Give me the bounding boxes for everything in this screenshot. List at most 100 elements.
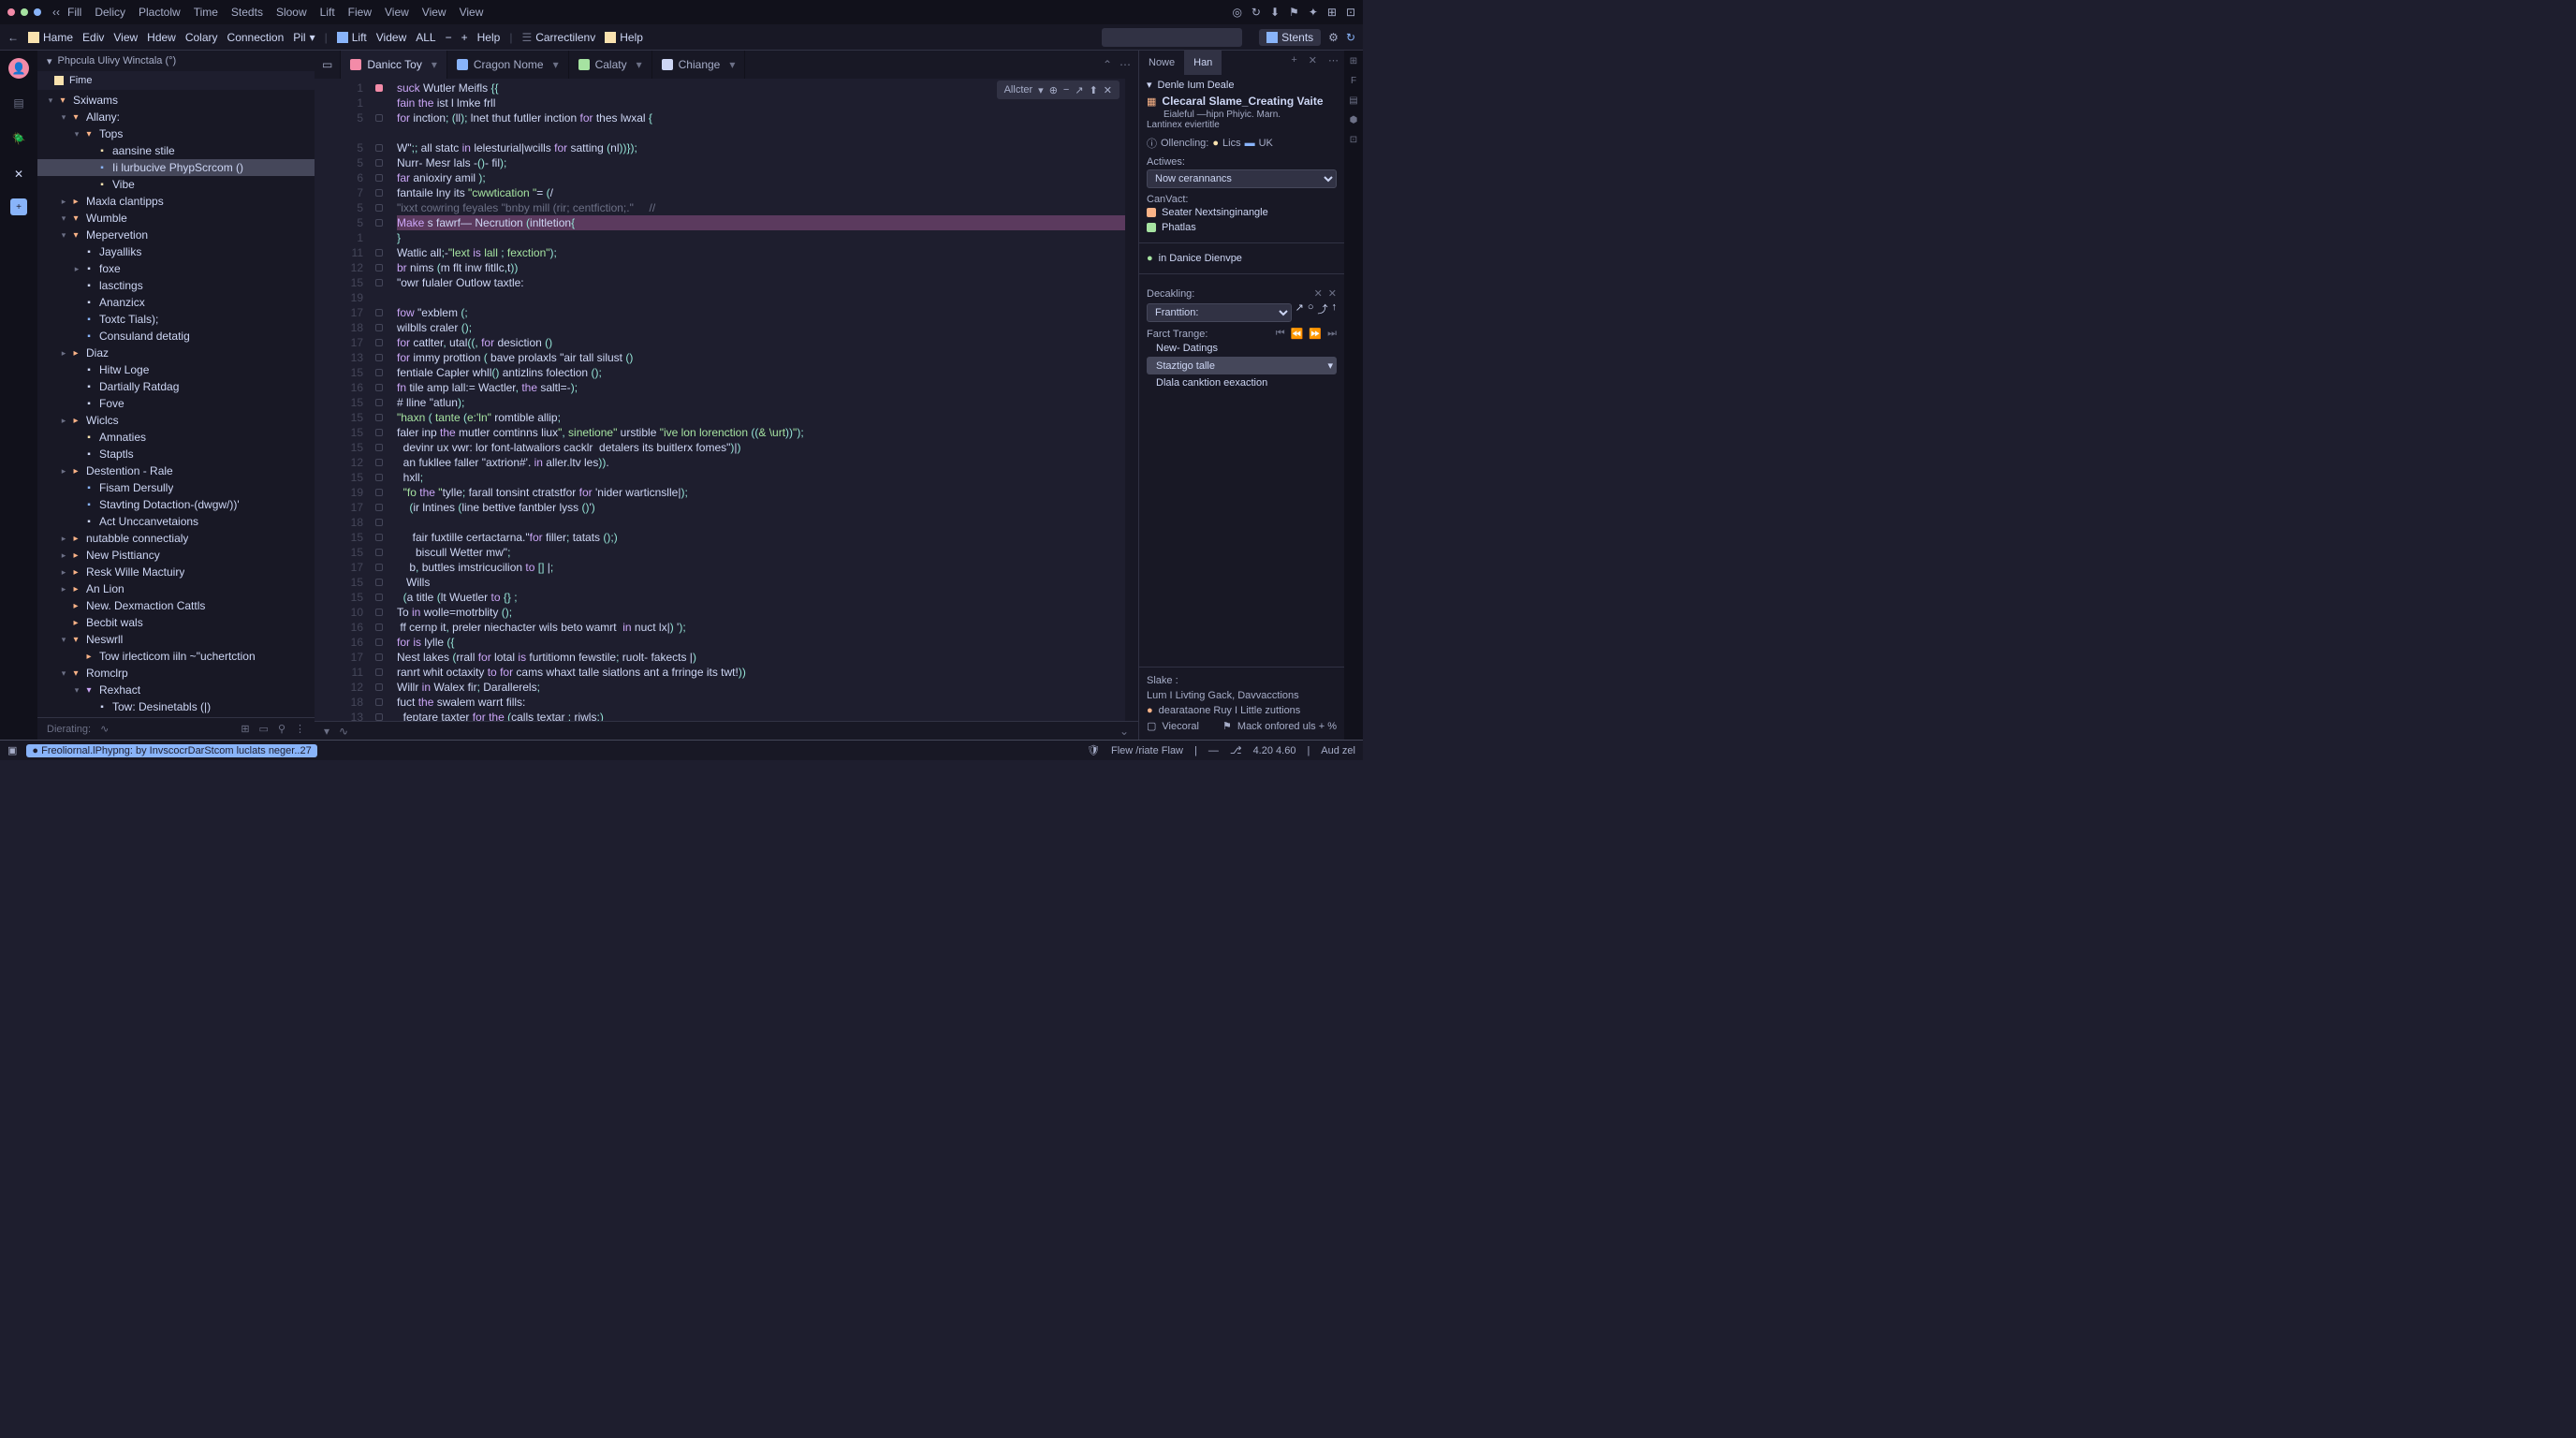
- sb-flew[interactable]: Flew /riate Flaw: [1111, 745, 1183, 756]
- menu-lift[interactable]: Lift: [320, 6, 335, 19]
- act-layers-icon[interactable]: ▤: [7, 92, 30, 114]
- code-content[interactable]: suck Wutler Meifls {{fain the ist l lmke…: [388, 79, 1125, 721]
- tab-icon-only[interactable]: ▭: [315, 51, 341, 79]
- tree-item[interactable]: ▾▾Sxiwams: [37, 92, 315, 109]
- tree-item[interactable]: ▸▸Diaz: [37, 345, 315, 361]
- avatar[interactable]: 👤: [8, 58, 29, 79]
- icon-b[interactable]: ↻: [1251, 6, 1261, 19]
- menu-view[interactable]: View: [385, 6, 409, 19]
- tab-action-more[interactable]: ⋯: [1120, 58, 1131, 71]
- rp-f-i3[interactable]: ⤴: [1318, 301, 1328, 322]
- tb-lift[interactable]: Lift: [337, 31, 367, 44]
- sb-badge[interactable]: ● Freoliornal.lPhypng: by InvscocrDarStc…: [26, 744, 316, 757]
- tb-help2[interactable]: Help: [605, 31, 643, 44]
- icon-f[interactable]: ⊞: [1327, 6, 1337, 19]
- gear-icon[interactable]: ⚙: [1328, 31, 1339, 44]
- tb-connection[interactable]: Connection: [227, 31, 285, 44]
- sb-icon2[interactable]: ▭: [259, 723, 269, 735]
- tree-item[interactable]: ▾▾Neswrll: [37, 631, 315, 648]
- edge-i1[interactable]: ⊞: [1350, 56, 1357, 66]
- rp-viecoral[interactable]: Viecoral: [1162, 721, 1199, 732]
- tree-item[interactable]: ▾▾Tops: [37, 125, 315, 142]
- tree-item[interactable]: ▸Becbit wals: [37, 614, 315, 631]
- tb-hame[interactable]: Hame: [28, 31, 73, 44]
- rp-f-i4[interactable]: ↑: [1332, 301, 1338, 322]
- tree-item[interactable]: ▪Hitw Loge: [37, 361, 315, 378]
- max-dot[interactable]: [34, 8, 41, 16]
- rp-more-icon[interactable]: ⋯: [1323, 51, 1344, 75]
- tree-item[interactable]: ▸▸An Lion: [37, 580, 315, 597]
- tab-action-up[interactable]: ⌃: [1103, 58, 1112, 71]
- rp-dk-i2[interactable]: ✕: [1328, 287, 1337, 300]
- rp-farct-item[interactable]: Dlala canktion eexaction: [1147, 374, 1337, 391]
- refresh-icon[interactable]: ↻: [1346, 31, 1355, 44]
- tab-calaty[interactable]: Calaty▾: [569, 51, 652, 79]
- tb-minus[interactable]: −: [446, 31, 452, 44]
- rp-header[interactable]: ▾Denle Ium Deale: [1147, 79, 1337, 91]
- sidebar-header[interactable]: ▾ Phpcula Ulivy Winctala (°): [37, 51, 315, 71]
- rp-farct-item[interactable]: Staztigo talle▾: [1147, 357, 1337, 374]
- rp-item-seater[interactable]: Seater Nextsinginangle: [1147, 205, 1337, 220]
- tree-item[interactable]: ▸▪foxe: [37, 260, 315, 277]
- sb-icon1[interactable]: ⊞: [241, 723, 249, 735]
- tree-item[interactable]: ▪Act Unccanvetaions: [37, 513, 315, 530]
- tree-item[interactable]: ▪aansine stile: [37, 142, 315, 159]
- tb-carr[interactable]: ☰ Carrectilenv: [521, 31, 595, 44]
- tree-item[interactable]: ▪Fisam Dersully: [37, 479, 315, 496]
- tb-help[interactable]: Help: [477, 31, 501, 44]
- tree-item[interactable]: ▸Tow irlecticom iiln ~"uchertction: [37, 648, 315, 665]
- toolbar-search-input[interactable]: [1102, 28, 1242, 47]
- menu-stedts[interactable]: Stedts: [231, 6, 263, 19]
- rp-close-icon[interactable]: ✕: [1303, 51, 1323, 75]
- tb-plus[interactable]: +: [461, 31, 468, 44]
- edge-i2[interactable]: F: [1351, 76, 1356, 86]
- rp-slake-2[interactable]: ●dearataone Ruy I Little zuttions: [1147, 703, 1337, 718]
- icon-g[interactable]: ⊡: [1346, 6, 1355, 19]
- minimap[interactable]: [1125, 79, 1138, 721]
- tree-item[interactable]: ▪Ii lurbucive PhypScrcom (): [37, 159, 315, 176]
- rp-select-actiwes[interactable]: Now cerannancs: [1147, 169, 1337, 188]
- rp-select-franttion[interactable]: Franttion:: [1147, 303, 1292, 322]
- tree-item[interactable]: ▪Staptls: [37, 446, 315, 462]
- menu-delicy[interactable]: Delicy: [95, 6, 125, 19]
- menu-view[interactable]: View: [422, 6, 446, 19]
- tab-danicc-toy[interactable]: Danicc Toy▾: [341, 51, 447, 79]
- tb-colary[interactable]: Colary: [185, 31, 218, 44]
- tree-item[interactable]: ▾▾Wumble: [37, 210, 315, 227]
- min-dot[interactable]: [21, 8, 28, 16]
- tree-item[interactable]: ▪Tow: Desinetabls (|): [37, 698, 315, 715]
- tb-videw[interactable]: Videw: [376, 31, 406, 44]
- tree-item[interactable]: ▸New. Dexmaction Cattls: [37, 597, 315, 614]
- edge-i3[interactable]: ▤: [1349, 95, 1357, 106]
- menu-plactolw[interactable]: Plactolw: [139, 6, 181, 19]
- tb-pil[interactable]: Pil ▾: [293, 31, 315, 44]
- tb-ediv[interactable]: Ediv: [82, 31, 104, 44]
- tree-item[interactable]: ▪Toxtc Tials);: [37, 311, 315, 328]
- stents-button[interactable]: Stents: [1259, 29, 1321, 46]
- icon-c[interactable]: ⬇: [1270, 6, 1280, 19]
- tree-item[interactable]: ▪Amnaties: [37, 429, 315, 446]
- act-bug-icon[interactable]: 🪲: [7, 127, 30, 150]
- tree-item[interactable]: ▸▸New Pisttiancy: [37, 547, 315, 564]
- rp-tab-nowe[interactable]: Nowe: [1139, 51, 1184, 75]
- menu-fill[interactable]: Fill: [67, 6, 81, 19]
- tree-item[interactable]: ▾▾Mepervetion: [37, 227, 315, 243]
- tab-cragon-nome[interactable]: Cragon Nome▾: [447, 51, 569, 79]
- rp-slake-1[interactable]: Lum I Livting Gack, Davvacctions: [1147, 688, 1337, 703]
- close-dot[interactable]: [7, 8, 15, 16]
- menu-time[interactable]: Time: [194, 6, 218, 19]
- sb-audzel[interactable]: Aud zel: [1321, 745, 1355, 756]
- nav-back-icon[interactable]: ←: [7, 31, 19, 44]
- rp-danice[interactable]: ●in Danice Dienvpe: [1147, 251, 1337, 266]
- sb-icon-shield[interactable]: 🛡: [1087, 744, 1100, 756]
- eb-icon3[interactable]: ⌄: [1120, 725, 1129, 738]
- edge-i5[interactable]: ⊡: [1350, 135, 1357, 145]
- eb-icon1[interactable]: ▾: [324, 725, 329, 738]
- tb-all[interactable]: ALL: [416, 31, 435, 44]
- rp-dk-i1[interactable]: ✕: [1314, 287, 1323, 300]
- act-add-icon[interactable]: +: [10, 198, 27, 215]
- rp-f-i2[interactable]: ○: [1308, 301, 1314, 322]
- rp-add-icon[interactable]: +: [1285, 51, 1302, 75]
- editor-filter[interactable]: Allcter ▾⊕−↗⬆✕: [997, 81, 1120, 99]
- sb-icon3[interactable]: ⚲: [278, 723, 285, 735]
